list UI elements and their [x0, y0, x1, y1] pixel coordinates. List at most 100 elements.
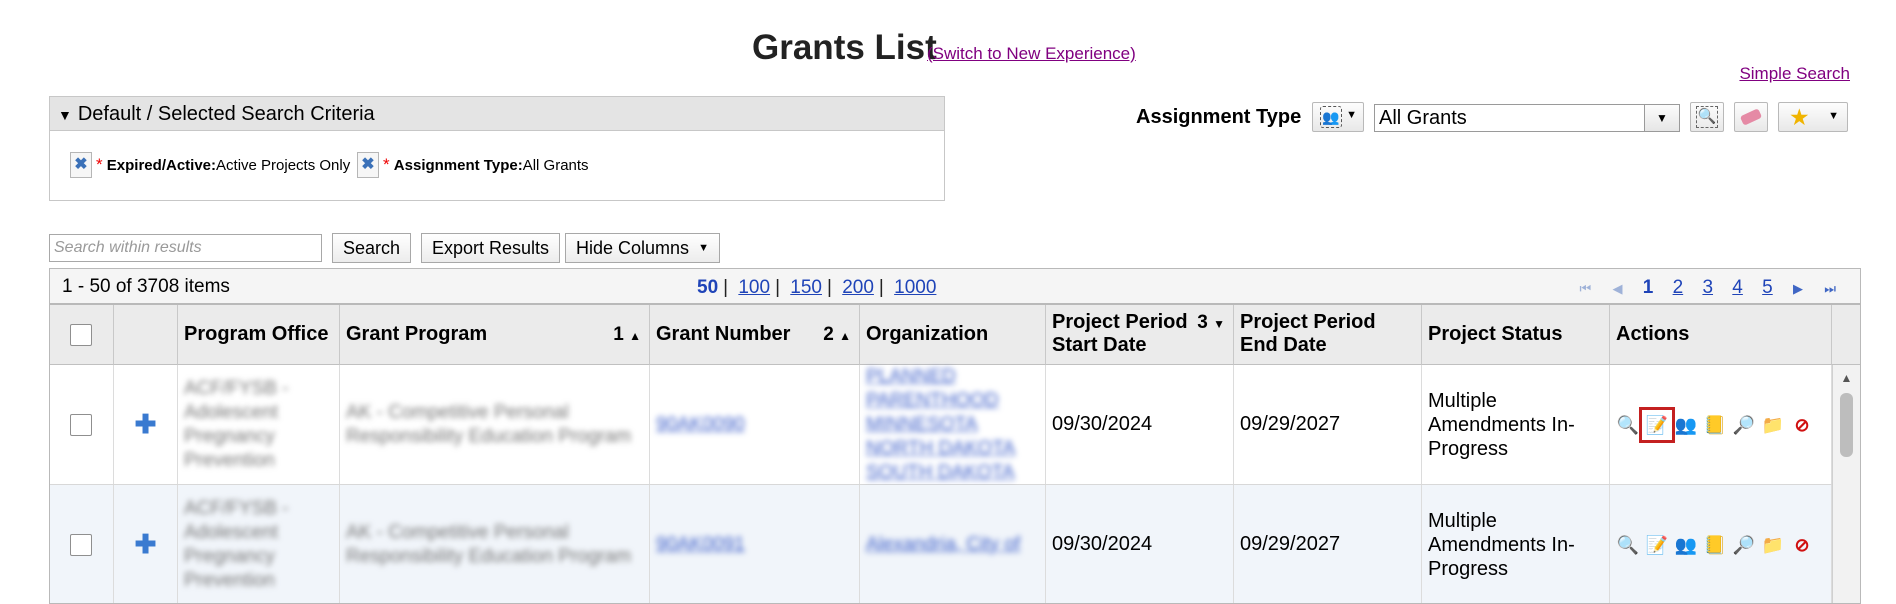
- switch-experience-link[interactable]: (Switch to New Experience): [927, 44, 1136, 64]
- search-history-icon[interactable]: 🔎: [1732, 533, 1756, 557]
- scroll-thumb[interactable]: [1840, 393, 1853, 457]
- organization-cell: PLANNED PARENTHOOD MINNESOTA NORTH DAKOT…: [860, 365, 1046, 484]
- last-page-icon[interactable]: ⏭: [1824, 281, 1836, 296]
- row-checkbox[interactable]: [70, 534, 92, 556]
- simple-search-link[interactable]: Simple Search: [1739, 64, 1850, 84]
- edit-amendment-icon[interactable]: 📝: [1639, 406, 1675, 443]
- grant-program-value: AK - Competitive Personal Responsibility…: [346, 401, 632, 447]
- remove-criteria-icon[interactable]: ✖: [357, 152, 379, 178]
- sort-indicator: 1 ▲: [613, 323, 641, 348]
- search-button[interactable]: 🔍: [1690, 102, 1724, 132]
- collapse-triangle-icon: ▼: [58, 107, 72, 123]
- organization-link[interactable]: Alexandria, City of: [866, 533, 1020, 557]
- chevron-down-icon: ▼: [1346, 109, 1357, 121]
- page-link-3[interactable]: 3: [1702, 277, 1713, 298]
- expand-plus-icon[interactable]: ✚: [135, 529, 157, 560]
- folder-icon[interactable]: 📁: [1761, 533, 1785, 557]
- criteria-panel-header[interactable]: ▼ Default / Selected Search Criteria: [50, 97, 944, 131]
- row-checkbox[interactable]: [70, 414, 92, 436]
- column-header-start-date[interactable]: Project Period Start Date 3 ▼: [1046, 305, 1234, 365]
- page-link-1[interactable]: 1: [1643, 277, 1654, 298]
- select-all-checkbox[interactable]: [70, 324, 92, 346]
- items-summary: 1 - 50 of 3708 items: [62, 276, 230, 297]
- assignment-type-select[interactable]: All Grants ▼: [1374, 104, 1680, 132]
- cancel-icon[interactable]: ⊘: [1790, 413, 1814, 437]
- folder-icon[interactable]: 📁: [1761, 413, 1785, 437]
- column-header-grant-program[interactable]: Grant Program 1 ▲: [340, 305, 650, 365]
- expand-plus-icon[interactable]: ✚: [135, 409, 157, 440]
- cancel-icon[interactable]: ⊘: [1790, 533, 1814, 557]
- end-date-cell: 09/29/2027: [1234, 485, 1422, 603]
- clear-button[interactable]: [1734, 102, 1768, 132]
- eraser-icon: [1739, 108, 1763, 126]
- search-history-icon[interactable]: 🔎: [1732, 413, 1756, 437]
- row-select-cell: [50, 485, 114, 603]
- grant-number-link[interactable]: 90AK0091: [656, 533, 745, 557]
- separator: |: [878, 277, 884, 298]
- page-link-2[interactable]: 2: [1673, 277, 1684, 298]
- column-label: Organization: [866, 323, 989, 345]
- next-page-icon[interactable]: ▶: [1793, 281, 1803, 296]
- actions-cell: 🔍 📝 👥 📒 🔎 📁 ⊘: [1610, 485, 1832, 603]
- hide-columns-button[interactable]: Hide Columns ▼: [565, 233, 721, 263]
- view-document-icon[interactable]: 🔍: [1616, 533, 1640, 557]
- favorites-menu-button[interactable]: ★ ▼: [1778, 102, 1848, 132]
- start-date-cell: 09/30/2024: [1046, 485, 1234, 603]
- notes-icon[interactable]: 📒: [1703, 533, 1727, 557]
- expand-header: [114, 305, 178, 365]
- column-header-program-office[interactable]: Program Office: [178, 305, 340, 365]
- row-expand-cell: ✚: [114, 365, 178, 484]
- hide-columns-label: Hide Columns: [576, 238, 690, 258]
- search-within-results-input[interactable]: [49, 234, 322, 262]
- criteria-label: Expired/Active:: [106, 157, 217, 174]
- status-value: Multiple Amendments In-Progress: [1428, 509, 1575, 580]
- column-label: Project Period End Date: [1240, 311, 1376, 356]
- page-size-150[interactable]: 150: [790, 277, 822, 298]
- scroll-up-icon[interactable]: ▲: [1833, 371, 1860, 385]
- magnifier-icon: 🔍: [1696, 106, 1718, 128]
- column-header-grant-number[interactable]: Grant Number 2 ▲: [650, 305, 860, 365]
- prev-page-icon[interactable]: ◀: [1612, 281, 1622, 296]
- organization-cell: Alexandria, City of: [860, 485, 1046, 603]
- sort-indicator: 3 ▼: [1197, 311, 1225, 336]
- column-header-actions: Actions: [1610, 305, 1832, 365]
- grants-grid: Program Office Grant Program 1 ▲ Grant N…: [49, 304, 1861, 604]
- program-office-value: ACF/FYSB - Adolescent Pregnancy Preventi…: [184, 377, 289, 471]
- grant-number-link[interactable]: 90AK0090: [656, 413, 745, 437]
- status-cell: Multiple Amendments In-Progress: [1422, 485, 1610, 603]
- page-link-5[interactable]: 5: [1762, 277, 1773, 298]
- sort-asc-icon: ▲: [839, 329, 851, 343]
- first-page-icon[interactable]: ⏮: [1579, 281, 1591, 296]
- assignment-type-menu-button[interactable]: 👥 ▼: [1312, 102, 1364, 132]
- export-results-button[interactable]: Export Results: [421, 233, 561, 263]
- page-size-100[interactable]: 100: [738, 277, 770, 298]
- edit-amendment-icon[interactable]: 📝: [1645, 533, 1669, 557]
- column-label: Grant Program: [346, 323, 488, 345]
- page-size-selector: 50 | 100 | 150 | 200 | 1000: [692, 277, 941, 299]
- criteria-expired-active: * Expired/Active:Active Projects Only: [96, 155, 351, 174]
- page-navigation: ⏮ ◀ 1 2 3 4 5 ▶ ⏭: [1571, 277, 1844, 299]
- grant-program-value: AK - Competitive Personal Responsibility…: [346, 521, 632, 567]
- column-header-end-date[interactable]: Project Period End Date: [1234, 305, 1422, 365]
- column-header-organization[interactable]: Organization: [860, 305, 1046, 365]
- view-document-icon[interactable]: 🔍: [1616, 413, 1640, 437]
- organization-link[interactable]: PLANNED PARENTHOOD MINNESOTA NORTH DAKOT…: [866, 365, 1039, 485]
- assign-users-icon[interactable]: 👥: [1674, 413, 1698, 437]
- start-date-value: 09/30/2024: [1052, 533, 1153, 555]
- assign-users-icon[interactable]: 👥: [1674, 533, 1698, 557]
- assignment-type-label: Assignment Type: [1136, 106, 1302, 128]
- scroll-header-spacer: [1832, 305, 1860, 365]
- grant-program-cell: AK - Competitive Personal Responsibility…: [340, 485, 650, 603]
- notes-icon[interactable]: 📒: [1703, 413, 1727, 437]
- page-size-50[interactable]: 50: [697, 277, 718, 298]
- sort-desc-icon: ▼: [1213, 317, 1225, 331]
- grid-scrollbar[interactable]: ▲: [1832, 365, 1860, 603]
- remove-criteria-icon[interactable]: ✖: [70, 152, 92, 178]
- search-within-button[interactable]: Search: [332, 233, 412, 263]
- page-size-1000[interactable]: 1000: [894, 277, 936, 298]
- criteria-label: Assignment Type:: [393, 157, 523, 174]
- action-icons: 🔍 📝 👥 📒 🔎 📁 ⊘: [1616, 406, 1814, 443]
- page-size-200[interactable]: 200: [842, 277, 874, 298]
- page-link-4[interactable]: 4: [1732, 277, 1743, 298]
- column-header-project-status[interactable]: Project Status: [1422, 305, 1610, 365]
